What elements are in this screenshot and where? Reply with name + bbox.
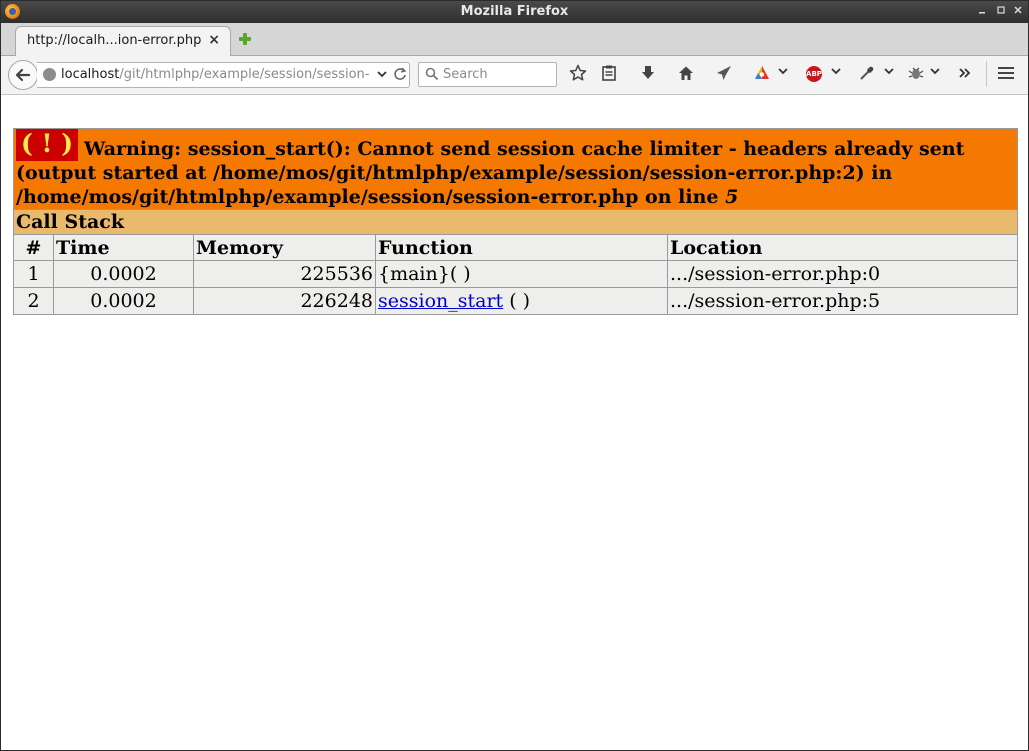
- page-content: ( ! ) Warning: session_start(): Cannot se…: [1, 95, 1028, 750]
- extension-dropdown-chevron-icon[interactable]: [777, 64, 789, 84]
- star-icon[interactable]: [568, 64, 588, 84]
- function-parens: ( ): [503, 290, 531, 312]
- abp-dropdown-chevron-icon[interactable]: [830, 64, 842, 84]
- warning-message-cell: ( ! ) Warning: session_start(): Cannot se…: [13, 128, 1018, 210]
- new-tab-plus-icon[interactable]: [238, 32, 252, 46]
- tab-session-error[interactable]: http://localh...ion-error.php ×: [15, 26, 231, 56]
- column-header-number: #: [13, 234, 54, 261]
- tab-title: http://localh...ion-error.php: [27, 33, 202, 48]
- devtool-dropdown-chevron-icon[interactable]: [929, 64, 941, 84]
- column-header-location: Location: [667, 234, 1018, 261]
- row-location: .../session-error.php:0: [667, 260, 1018, 288]
- search-placeholder: Search: [443, 67, 488, 82]
- xdebug-error-table: ( ! ) Warning: session_start(): Cannot se…: [13, 128, 1018, 315]
- clipboard-icon[interactable]: [599, 64, 619, 84]
- toolbar-separator: [986, 61, 987, 87]
- globe-icon: [43, 68, 56, 81]
- paper-plane-icon[interactable]: [714, 64, 734, 84]
- column-header-memory: Memory: [193, 234, 376, 261]
- close-icon: [1014, 6, 1022, 14]
- column-header-row: # Time Memory Function Location: [13, 234, 1018, 261]
- column-header-time: Time: [53, 234, 194, 261]
- back-button[interactable]: [8, 60, 38, 90]
- warning-bang-badge: ( ! ): [16, 129, 79, 161]
- warning-message: Warning: session_start(): Cannot send se…: [16, 138, 965, 208]
- tab-close-icon[interactable]: ×: [208, 32, 220, 48]
- title-bar: Mozilla Firefox: [1, 1, 1028, 23]
- row-number: 1: [13, 260, 54, 288]
- row-memory: 226248: [193, 287, 376, 315]
- table-row: 1 0.0002 225536 {main}( ) .../session-er…: [13, 260, 1018, 288]
- colorful-triangle-icon[interactable]: [752, 64, 772, 84]
- url-bar[interactable]: localhost/git/htmlphp/example/session/se…: [37, 62, 410, 88]
- close-window-button[interactable]: [1010, 4, 1026, 20]
- home-icon[interactable]: [676, 64, 696, 84]
- hamburger-icon[interactable]: [998, 67, 1014, 81]
- tab-strip: http://localh...ion-error.php ×: [1, 23, 1028, 56]
- reload-icon[interactable]: [393, 66, 407, 82]
- row-number: 2: [13, 287, 54, 315]
- search-box[interactable]: Search: [418, 62, 557, 87]
- bug-icon[interactable]: [906, 64, 926, 84]
- row-memory: 225536: [193, 260, 376, 288]
- window-title: Mozilla Firefox: [460, 4, 569, 19]
- browser-window: Mozilla Firefox http://localh...ion-erro…: [0, 0, 1029, 751]
- dropper-dropdown-chevron-icon[interactable]: [883, 64, 895, 84]
- double-chevron-icon[interactable]: [955, 64, 975, 84]
- column-header-function: Function: [375, 234, 668, 261]
- row-location: .../session-error.php:5: [667, 287, 1018, 315]
- navigation-toolbar: localhost/git/htmlphp/example/session/se…: [1, 56, 1028, 95]
- row-time: 0.0002: [53, 287, 194, 315]
- minimize-button[interactable]: [974, 4, 990, 20]
- eyedropper-icon[interactable]: [857, 64, 877, 84]
- search-icon: [425, 67, 439, 81]
- table-row: 2 0.0002 226248 session_start ( ) .../se…: [13, 287, 1018, 315]
- url-dropdown-chevron-icon[interactable]: [376, 66, 388, 82]
- maximize-button[interactable]: [993, 4, 1009, 20]
- warning-line-number: 5: [725, 186, 739, 208]
- download-arrow-icon[interactable]: [638, 64, 658, 84]
- minimize-icon: [979, 12, 985, 14]
- url-text[interactable]: localhost/git/htmlphp/example/session/se…: [61, 67, 371, 82]
- call-stack-label: Call Stack: [13, 209, 1018, 235]
- row-function: {main}( ): [375, 260, 668, 288]
- abp-icon[interactable]: ABP: [806, 66, 822, 82]
- maximize-icon: [997, 6, 1005, 14]
- call-stack-header-row: Call Stack: [13, 209, 1018, 235]
- row-function: session_start ( ): [375, 287, 668, 315]
- session-start-link[interactable]: session_start: [378, 290, 503, 312]
- warning-row: ( ! ) Warning: session_start(): Cannot se…: [13, 128, 1018, 210]
- row-time: 0.0002: [53, 260, 194, 288]
- back-arrow-icon: [15, 68, 31, 82]
